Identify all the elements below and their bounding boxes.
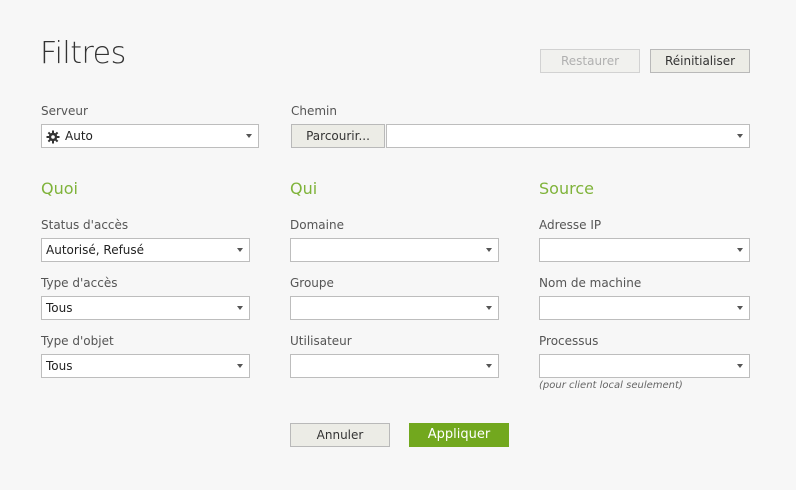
reset-button[interactable]: Réinitialiser [650,49,750,73]
access-status-label: Status d'accès [41,218,129,232]
process-note: (pour client local seulement) [539,380,683,391]
group-select[interactable] [290,296,499,320]
access-status-select[interactable]: Autorisé, Refusé [41,238,250,262]
chevron-down-icon [737,306,743,310]
chevron-down-icon [486,248,492,252]
user-select[interactable] [290,354,499,378]
chevron-down-icon [737,364,743,368]
chevron-down-icon [237,248,243,252]
user-label: Utilisateur [290,334,352,348]
chevron-down-icon [237,364,243,368]
chevron-down-icon [237,306,243,310]
section-title-what: Quoi [41,179,78,198]
access-type-label: Type d'accès [41,276,118,290]
object-type-value: Tous [46,359,73,373]
chevron-down-icon [486,364,492,368]
object-type-label: Type d'objet [41,334,114,348]
cancel-button[interactable]: Annuler [290,423,390,447]
path-select[interactable] [386,124,750,148]
access-type-value: Tous [46,301,73,315]
section-title-who: Qui [290,179,318,198]
chevron-down-icon [737,248,743,252]
process-select[interactable] [539,354,750,378]
ip-label: Adresse IP [539,218,602,232]
machine-name-select[interactable] [539,296,750,320]
access-status-value: Autorisé, Refusé [46,243,145,257]
section-title-source: Source [539,179,594,198]
object-type-select[interactable]: Tous [41,354,250,378]
gear-icon [46,129,60,144]
chevron-down-icon [246,134,252,138]
browse-button[interactable]: Parcourir... [291,124,385,148]
server-select[interactable]: Auto [41,124,259,148]
ip-select[interactable] [539,238,750,262]
path-label: Chemin [291,104,337,118]
domain-label: Domaine [290,218,344,232]
page-title: Filtres [40,36,126,71]
domain-select[interactable] [290,238,499,262]
chevron-down-icon [486,306,492,310]
access-type-select[interactable]: Tous [41,296,250,320]
process-label: Processus [539,334,599,348]
restore-button[interactable]: Restaurer [540,49,640,73]
machine-name-label: Nom de machine [539,276,642,290]
chevron-down-icon [737,134,743,138]
server-value: Auto [65,129,93,143]
apply-button[interactable]: Appliquer [409,423,509,447]
group-label: Groupe [290,276,334,290]
server-label: Serveur [41,104,88,118]
